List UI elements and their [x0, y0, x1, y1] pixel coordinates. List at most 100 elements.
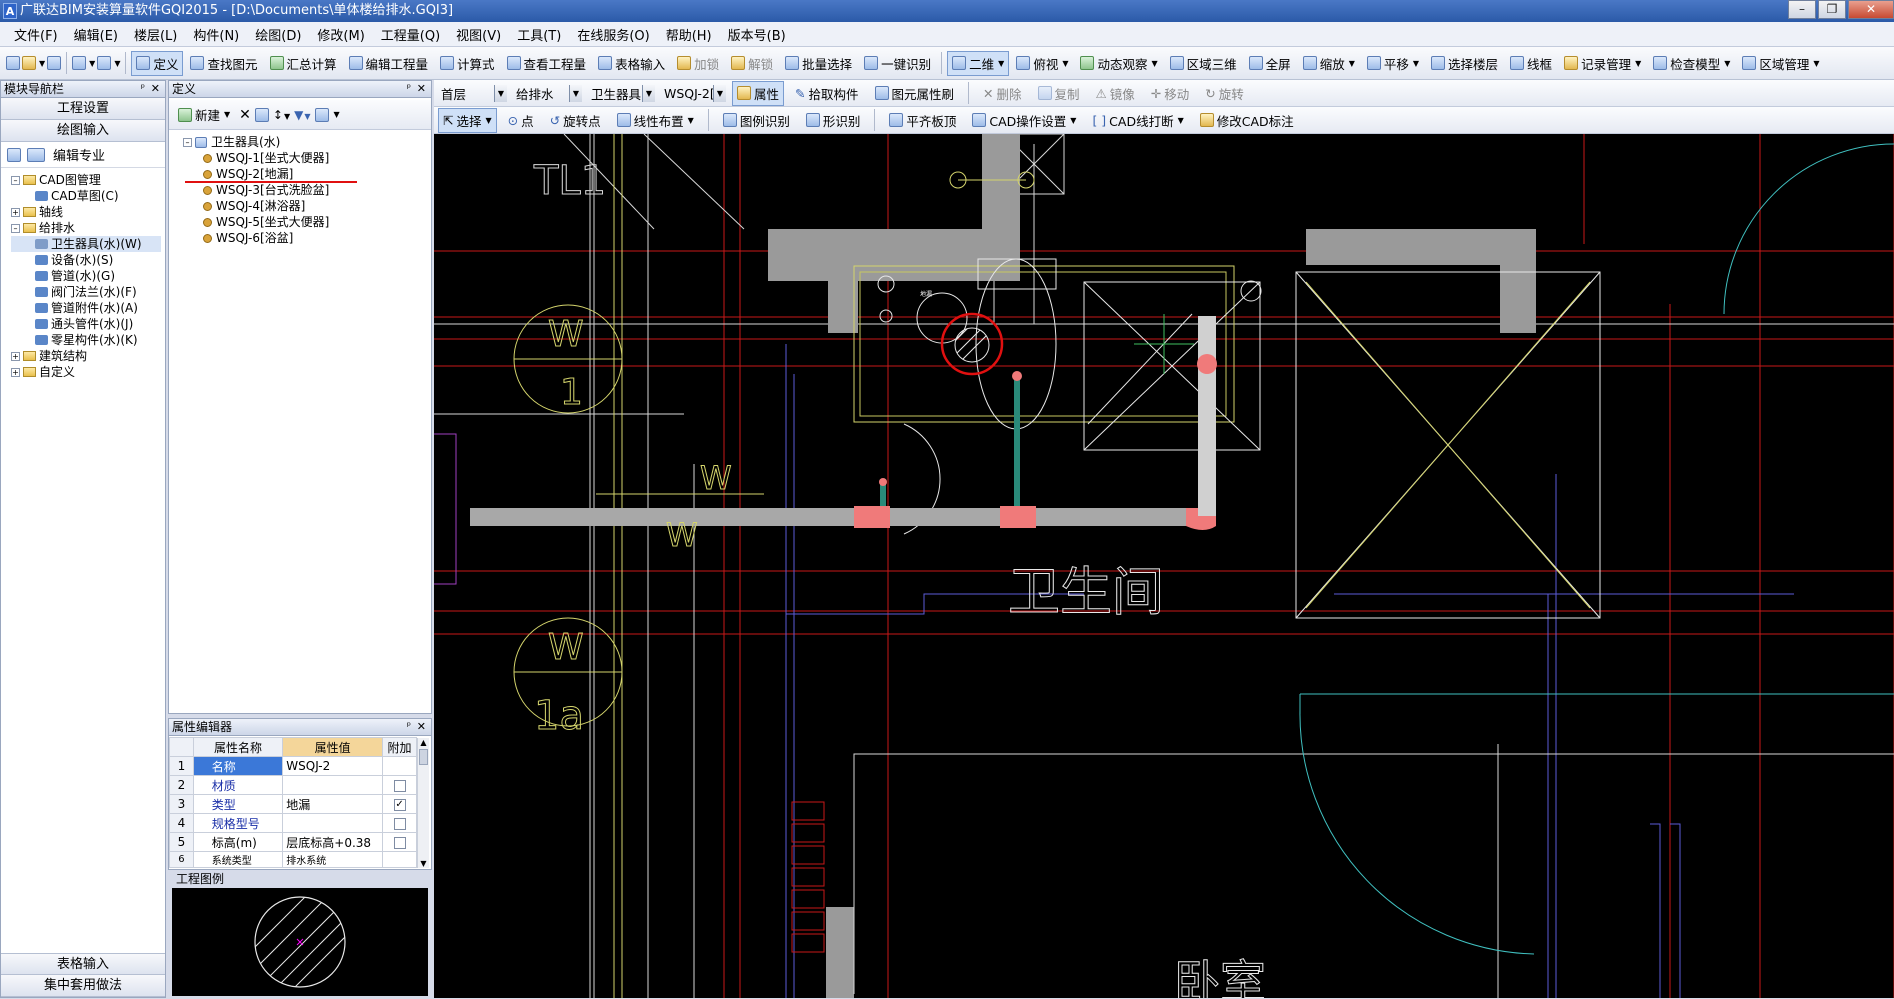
chevron-down-icon[interactable]: ▼ — [39, 59, 45, 68]
def-root[interactable]: – 卫生器具(水) — [183, 134, 431, 150]
property-row[interactable]: 6 系统类型 排水系统 — [169, 851, 417, 868]
expand-icon[interactable]: + — [11, 367, 20, 377]
filter-icon[interactable]: ▼▼ — [294, 108, 310, 122]
table-input-nav-button[interactable]: 表格输入 — [1, 953, 165, 975]
project-settings-button[interactable]: 工程设置 — [1, 98, 165, 120]
tree-item-structure[interactable]: + 建筑结构 — [11, 348, 165, 364]
def-item[interactable]: WSQJ-5[坐式大便器] — [183, 214, 431, 230]
tree-item-equipment[interactable]: 设备(水)(S) — [11, 252, 165, 268]
new-file-icon[interactable] — [6, 56, 20, 70]
view-2d-dropdown[interactable]: 二维 ▼ — [947, 50, 1010, 76]
property-row[interactable]: 3 类型 地漏 ✓ — [169, 794, 417, 814]
pin-icon[interactable]: ᵖ — [407, 719, 411, 735]
tree-item-pipe-fitting[interactable]: 管道附件(水)(A) — [11, 300, 165, 316]
def-item[interactable]: WSQJ-3[台式洗脸盆] — [183, 182, 431, 198]
check-model-dropdown[interactable]: 检查模型 ▼ — [1648, 51, 1735, 76]
menu-tools[interactable]: 工具(T) — [509, 25, 569, 44]
edit-quantity-button[interactable]: 编辑工程量 — [344, 51, 434, 76]
align-slab-top-button[interactable]: 平齐板顶 — [884, 108, 961, 133]
prop-value-input[interactable]: WSQJ-2 — [282, 756, 384, 776]
chevron-down-icon[interactable]: ▼ — [114, 59, 120, 68]
delete-button[interactable]: ✕ 删除 — [978, 81, 1027, 106]
formula-button[interactable]: 计算式 — [435, 51, 500, 76]
chevron-down-icon[interactable]: ▼ — [89, 59, 95, 68]
collapse-icon[interactable]: – — [183, 137, 192, 147]
chevron-down-icon[interactable]: ▼ — [713, 84, 726, 102]
close-icon[interactable]: ✕ — [417, 81, 426, 97]
restore-button[interactable]: ❐ — [1818, 0, 1846, 19]
rotate-button[interactable]: ↻ 旋转 — [1200, 81, 1249, 106]
cad-line-break-button[interactable]: [ ] CAD线打断 ▼ — [1087, 108, 1188, 133]
menu-floor[interactable]: 楼层(L) — [126, 25, 185, 44]
region-3d-button[interactable]: 区域三维 — [1165, 51, 1242, 76]
menu-modify[interactable]: 修改(M) — [309, 25, 372, 44]
modify-cad-annotation-button[interactable]: 修改CAD标注 — [1195, 108, 1299, 133]
find-element-button[interactable]: 查找图元 — [185, 51, 262, 76]
extra-checkbox[interactable] — [393, 836, 406, 849]
one-click-identify-button[interactable]: 一键识别 — [859, 51, 936, 76]
floor-select[interactable]: 首层 — [438, 84, 498, 103]
def-item[interactable]: WSQJ-1[坐式大便器] — [183, 150, 431, 166]
mirror-button[interactable]: ⚠ 镜像 — [1091, 81, 1140, 106]
menu-version[interactable]: 版本号(B) — [720, 25, 794, 44]
prop-value-input[interactable] — [282, 775, 384, 795]
linear-layout-button[interactable]: 线性布置 ▼ — [612, 108, 699, 133]
menu-file[interactable]: 文件(F) — [6, 25, 66, 44]
drawing-input-button[interactable]: 绘图输入 — [1, 120, 165, 142]
wireframe-button[interactable]: 线框 — [1505, 51, 1557, 76]
table-input-button[interactable]: 表格输入 — [593, 51, 670, 76]
minimize-button[interactable]: – — [1788, 0, 1816, 19]
define-button[interactable]: 定义 — [131, 50, 184, 76]
properties-button[interactable]: 属性 — [732, 80, 785, 106]
pin-icon[interactable]: ᵖ — [407, 81, 411, 97]
cad-settings-button[interactable]: CAD操作设置 ▼ — [967, 108, 1081, 133]
menu-quantity[interactable]: 工程量(Q) — [373, 25, 448, 44]
menu-edit[interactable]: 编辑(E) — [66, 25, 126, 44]
prop-value-input[interactable]: 层底标高+0.38 — [282, 832, 384, 852]
def-item[interactable]: WSQJ-6[浴盆] — [183, 230, 431, 246]
open-file-icon[interactable] — [22, 56, 36, 70]
delete-icon[interactable]: ✕ — [239, 107, 251, 123]
def-item-selected[interactable]: WSQJ-2[地漏] — [183, 166, 431, 183]
tree-item-sanitary[interactable]: 卫生器具(水)(W) — [11, 236, 161, 252]
zoom-dropdown[interactable]: 缩放 ▼ — [1298, 51, 1360, 76]
record-manage-dropdown[interactable]: 记录管理 ▼ — [1559, 51, 1646, 76]
close-icon[interactable]: ✕ — [417, 719, 426, 735]
scroll-up-icon[interactable]: ▲ — [418, 738, 429, 747]
batch-select-button[interactable]: 批量选择 — [780, 51, 857, 76]
expand-icon[interactable]: + — [11, 351, 20, 361]
extra-checkbox-checked[interactable]: ✓ — [393, 798, 406, 811]
menu-component[interactable]: 构件(N) — [185, 25, 247, 44]
point-button[interactable]: ⊙ 点 — [503, 108, 539, 133]
dynamic-view-dropdown[interactable]: 动态观察 ▼ — [1075, 51, 1162, 76]
select-floor-button[interactable]: 选择楼层 — [1426, 51, 1503, 76]
region-manage-dropdown[interactable]: 区域管理 ▼ — [1737, 51, 1824, 76]
copy-button[interactable]: 复制 — [1033, 81, 1085, 106]
close-button[interactable]: ✕ — [1848, 0, 1894, 19]
property-row[interactable]: 1 名称 WSQJ-2 — [169, 756, 417, 776]
tree-item-pipe[interactable]: 管道(水)(G) — [11, 268, 165, 284]
save-icon[interactable] — [47, 56, 62, 70]
batch-method-button[interactable]: 集中套用做法 — [1, 975, 165, 997]
copy-icon[interactable] — [254, 107, 269, 122]
discipline-select[interactable]: 给排水 — [513, 84, 573, 103]
pick-component-button[interactable]: ✎ 拾取构件 — [790, 81, 864, 106]
summary-calc-button[interactable]: 汇总计算 — [265, 51, 342, 76]
tree-item-misc[interactable]: 零星构件(水)(K) — [11, 332, 165, 348]
scroll-thumb[interactable] — [419, 749, 428, 765]
scroll-down-icon[interactable]: ▼ — [418, 859, 429, 868]
chevron-down-icon[interactable]: ▼ — [334, 110, 340, 119]
cad-canvas[interactable]: TL1 W 1 W 1a W W 卫生间 卧室 地漏 — [434, 134, 1894, 998]
tree-item-cad-manage[interactable]: – CAD图管理 — [11, 172, 165, 188]
view-quantity-button[interactable]: 查看工程量 — [502, 51, 592, 76]
tree-item-valve[interactable]: 阀门法兰(水)(F) — [11, 284, 165, 300]
chevron-down-icon[interactable]: ▼ — [569, 84, 582, 102]
component-select[interactable]: WSQJ-2[ — [661, 84, 717, 103]
prop-value-input[interactable] — [282, 813, 384, 833]
tree-item-cad-sketch[interactable]: CAD草图(C) — [11, 188, 165, 204]
extra-checkbox[interactable] — [393, 817, 406, 830]
unlock-button[interactable]: 解锁 — [726, 51, 778, 76]
cad-drawing[interactable]: TL1 W 1 W 1a W W 卫生间 卧室 地漏 — [434, 134, 1894, 998]
menu-help[interactable]: 帮助(H) — [658, 25, 720, 44]
edit-discipline-row[interactable]: 编辑专业 — [1, 142, 165, 168]
